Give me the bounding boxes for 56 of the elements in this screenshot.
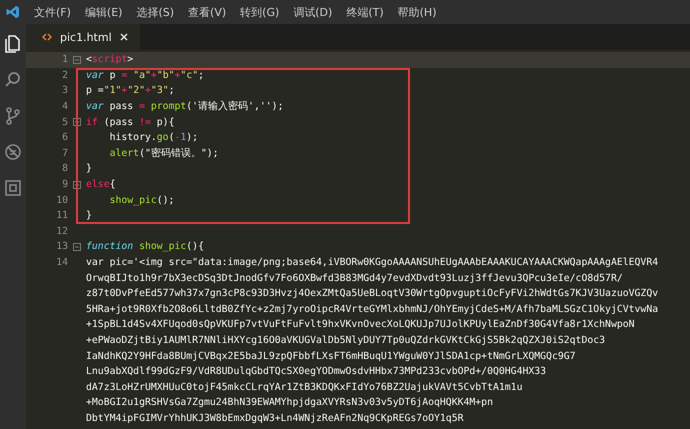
line-number: 5 [62, 116, 68, 128]
app-logo-icon [6, 5, 20, 19]
line-number: 3 [62, 85, 68, 96]
code-line: z87t0DvPfeEd577wh37x7gn3cP8c93D3Hvzj4OexZMtQa5UeBLoqtV30WrtgOpvguptiOcFyFVi2hWdtGs7KJV3UazuoVGZQv [86, 288, 658, 300]
code-line: var pass = prompt('请输入密码',''); [86, 100, 284, 114]
code-line: var pic='<img src="data:image/png;base64,iVBORw0KGgoAAAANSUhEUgAAAbEAAAKUCAYAAACKWQapAAAgAElEQVR4 [86, 257, 658, 268]
code-line: Lnu9abXQdlf99dGzF9/VdR8UDulqGbdTQcSX0egYODmwOsdvHHbx73MPd233cvbOPd+/0Q0HG4HX33 [86, 366, 546, 378]
line-number: 14 [56, 257, 68, 268]
fold-icon[interactable] [73, 180, 81, 189]
code-line: alert("密码错误。"); [110, 146, 219, 160]
line-number: 1 [62, 54, 68, 66]
line-number: 13 [56, 241, 68, 252]
line-number: 6 [62, 132, 68, 144]
code-line: if (pass != p){ [86, 116, 174, 128]
code-line: <script> [86, 54, 134, 66]
menu-item[interactable]: 编辑(E) [84, 4, 122, 20]
code-line: IaNdhKQ2Y9HFda8BUmjCVBqx2E5baJL9zpQFbbfLXsFT6mHBuqU1YWguW0YJlSDA1cp+tNmGrLXQMGQc9G7 [86, 350, 576, 362]
code-line: } [86, 210, 92, 222]
line-number: 12 [56, 226, 68, 237]
line-number: 7 [62, 148, 68, 159]
menu-item[interactable]: 帮助(H) [398, 4, 436, 20]
code-line: p ="1"+"2"+"3"; [86, 85, 175, 96]
line-number: 2 [62, 70, 68, 81]
code-line: else{ [86, 179, 116, 190]
line-number: 11 [56, 210, 68, 222]
menu-item[interactable]: 调试(D) [293, 4, 332, 20]
code-line: show_pic(); [110, 194, 174, 206]
extensions-icon[interactable] [3, 178, 23, 198]
code-line: var p = "a"+"b"+"c"; [86, 70, 204, 81]
code-line: dA7z3LoHZrUMXHUuC0tojF45mkcCLrqYAr1ZtB3KDQKxFIdYo76BZ2UajukVAVt5CvbTtA1m1u [86, 382, 522, 393]
menu-item[interactable]: 终端(T) [346, 4, 384, 20]
editor-tab[interactable]: pic1.html [26, 24, 140, 50]
fold-icon[interactable] [73, 56, 81, 64]
code-line: 5HRa+jot9R0Xfb2O8o6LltdB0ZfYc+z2mj7yroOipcR4VrteGYMlxbhmNJ/OhYEmyjCdeS+M/Afh7baMLSGzC1OkyjCVtvwNa [86, 304, 658, 315]
menu-item[interactable]: 选择(S) [136, 4, 174, 20]
code-line: DbtYM4ipFGIMVrYhhUKJ3W8bEmxDgqW3+Ln4WNjzReAFn2Nq9CKpREGs7oOY1q5R [86, 412, 464, 424]
menu-item[interactable]: 转到(G) [240, 4, 280, 20]
fold-icon[interactable] [73, 242, 81, 251]
code-line: OrwqBIJto1h9r7bX3ecDSq3DtJnodGfv7Fo6OXBwfd3B83MGd4y7evdXDvdt93Luzj3ffJevu3QPcu3eIe/cO8d57R/ [86, 272, 623, 284]
fold-icon[interactable] [73, 118, 81, 126]
line-number: 10 [56, 194, 68, 206]
line-number: 8 [62, 163, 68, 174]
code-line: +ePWaoDZjtBiy1AUMlR7NNliHXYcg16O0aVKUGValDb5NlyDUY7Tp0uQZdrkGVKtCkGjS5Bk2qQZXJ0iS2qtDoc3 [86, 334, 606, 346]
menu-item[interactable]: 文件(F) [34, 4, 71, 20]
code-line: } [86, 163, 92, 174]
code-line: function show_pic(){ [86, 241, 204, 252]
code-file-icon [42, 32, 52, 42]
code-line: +1SpBL1d4Sv4XFUqod0sQpVKUFp7vtVuFtFuFvlt9hxVKvnOvecXoLQKUJp7UJolKPUylEaZnDf30G4Vfa8r1XchNwpoN [86, 319, 635, 330]
close-icon[interactable] [120, 33, 128, 41]
menu-item[interactable]: 查看(V) [188, 4, 226, 20]
line-number: 9 [62, 179, 68, 190]
bug-icon[interactable] [3, 142, 23, 162]
code-line: +MoBGI2u1gRSHVsGa7Zgmu24BhN39EWAMYhpjdgaXVYRsN3v03v5yDT6jAoqHQKK4M+pn [86, 397, 493, 408]
code-line: history.go(-1); [110, 132, 198, 144]
line-number: 4 [62, 101, 68, 112]
files-icon[interactable] [3, 34, 23, 54]
